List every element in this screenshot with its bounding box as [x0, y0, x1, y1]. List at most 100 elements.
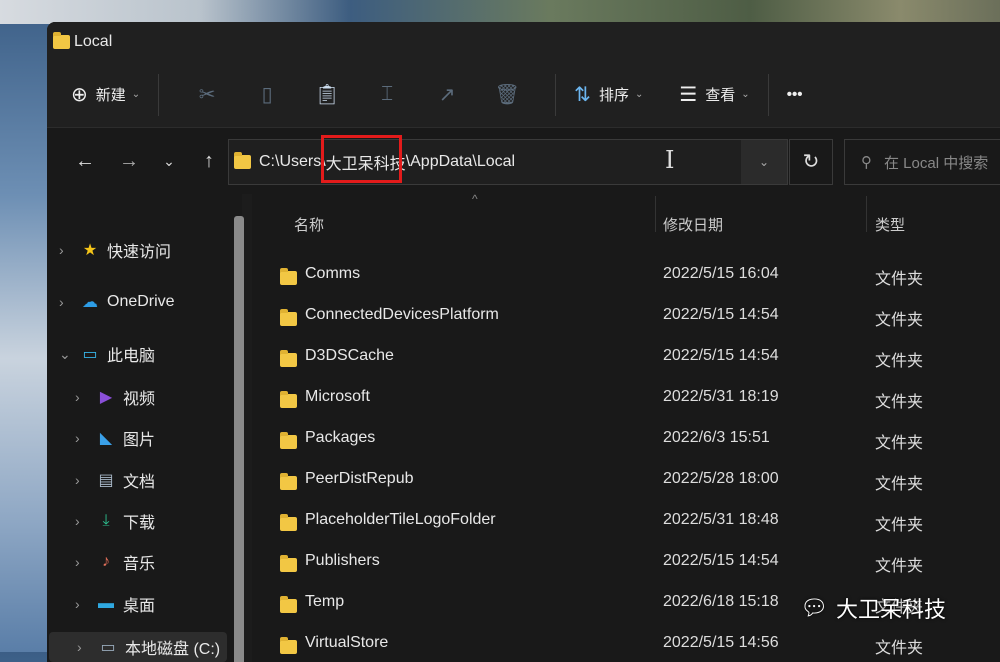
chevron-right-icon[interactable]: ›	[75, 430, 95, 446]
folder-icon	[53, 32, 70, 49]
sidebar-item-label: 视频	[123, 391, 156, 408]
column-divider[interactable]	[655, 196, 656, 232]
more-button[interactable]: •••	[787, 75, 803, 115]
chevron-down-icon: ⌄	[634, 89, 644, 100]
file-type: 文件夹	[875, 271, 924, 288]
computer-icon: ▭	[82, 346, 98, 363]
sidebar-scrollbar[interactable]	[234, 216, 244, 662]
file-row[interactable]: ConnectedDevicesPlatform 2022/5/15 14:54 文…	[252, 298, 1000, 336]
chevron-down-icon: ⌄	[741, 89, 750, 100]
sidebar-item[interactable]: › ◣ 图片	[47, 423, 227, 453]
up-button[interactable]: ↑	[187, 150, 231, 173]
refresh-button[interactable]: ↻	[789, 139, 833, 185]
view-button[interactable]: ☰ 查看 ⌄	[679, 75, 749, 115]
file-date: 2022/5/28 18:00	[663, 470, 779, 487]
file-row[interactable]: Publishers 2022/5/15 14:54 文件夹	[252, 544, 1000, 582]
rename-icon[interactable]: ⌶	[372, 83, 402, 106]
file-explorer-window: Local ⊕ 新建 ⌄ ✂ ▯ 📋︎ ⌶ ↗ 🗑︎ ⇅ 排序 ⌄ ☰ 查看 ⌄ ••• ←…	[47, 22, 1000, 662]
address-dropdown-button[interactable]: ⌄	[741, 140, 787, 184]
recent-locations-button[interactable]: ⌄	[151, 153, 187, 170]
search-placeholder: 在 Local 中搜索	[884, 154, 989, 172]
new-button[interactable]: ⊕ 新建 ⌄	[71, 75, 140, 115]
sidebar-item[interactable]: › ▭ 本地磁盘 (C:)	[49, 632, 227, 662]
chevron-right-icon[interactable]: ›	[75, 472, 95, 488]
file-type: 文件夹	[875, 353, 924, 370]
file-row[interactable]: VirtualStore 2022/5/15 14:56 文件夹	[252, 626, 1000, 662]
file-name: Publishers	[305, 552, 380, 569]
folder-icon	[280, 555, 297, 572]
sidebar-item[interactable]: › ♪ 音乐	[47, 547, 227, 577]
view-label: 查看	[705, 87, 736, 104]
share-icon[interactable]: ↗	[432, 82, 462, 107]
column-header-type[interactable]: 类型	[875, 214, 905, 235]
sidebar-item[interactable]: › ☁ OneDrive	[47, 287, 227, 317]
copy-icon[interactable]: ▯	[252, 82, 282, 107]
picture-icon: ◣	[99, 430, 113, 447]
chevron-right-icon[interactable]: ›	[77, 639, 97, 655]
folder-icon	[234, 152, 251, 169]
sidebar-item[interactable]: › ⤓ 下载	[47, 506, 227, 536]
folder-icon	[280, 514, 297, 531]
file-date: 2022/5/15 16:04	[663, 265, 779, 282]
title-bar: Local	[47, 22, 1000, 62]
highlight-box	[321, 135, 402, 183]
back-button[interactable]: ←	[63, 150, 107, 173]
chevron-down-icon[interactable]: ⌄	[59, 346, 79, 363]
plus-circle-icon: ⊕	[71, 84, 88, 106]
file-row[interactable]: PeerDistRepub 2022/5/28 18:00 文件夹	[252, 462, 1000, 500]
sidebar-item-label: 快速访问	[107, 244, 172, 261]
paste-icon[interactable]: 📋︎	[312, 82, 342, 107]
sort-icon: ⇅	[574, 84, 591, 106]
file-row[interactable]: Packages 2022/6/3 15:51 文件夹	[252, 421, 1000, 459]
sidebar-item[interactable]: › ▬ 桌面	[47, 589, 227, 619]
file-date: 2022/5/15 14:54	[663, 347, 779, 364]
sidebar-item-label: 文档	[123, 474, 156, 491]
file-type: 文件夹	[875, 435, 924, 452]
file-row[interactable]: PlaceholderTileLogoFolder 2022/5/31 18:48…	[252, 503, 1000, 541]
sort-button[interactable]: ⇅ 排序 ⌄	[574, 75, 643, 115]
sidebar-item[interactable]: › ★ 快速访问	[47, 235, 227, 265]
music-icon: ♪	[102, 553, 110, 570]
file-type: 文件夹	[875, 558, 924, 575]
forward-button[interactable]: →	[107, 150, 151, 173]
chevron-right-icon[interactable]: ›	[75, 596, 95, 612]
folder-icon	[280, 473, 297, 490]
sidebar-item[interactable]: › ▤ 文档	[47, 465, 227, 495]
file-name: Temp	[305, 593, 345, 610]
folder-icon	[280, 350, 297, 367]
column-header-name[interactable]: 名称	[294, 214, 324, 235]
folder-icon	[280, 268, 297, 285]
file-row[interactable]: Microsoft 2022/5/31 18:19 文件夹	[252, 380, 1000, 418]
search-input[interactable]: ⚲ 在 Local 中搜索	[844, 139, 1000, 185]
delete-icon[interactable]: 🗑︎	[492, 82, 522, 107]
divider	[555, 73, 557, 116]
file-name: Packages	[305, 429, 376, 446]
column-header-date[interactable]: 修改日期	[663, 214, 723, 235]
chevron-right-icon[interactable]: ›	[75, 554, 95, 570]
divider	[158, 73, 160, 116]
drive-icon: ▭	[100, 639, 116, 656]
sidebar-item-label: 桌面	[123, 598, 156, 615]
chevron-right-icon[interactable]: ›	[59, 294, 79, 310]
sidebar-item[interactable]: ⌄ ▭ 此电脑	[47, 339, 227, 369]
folder-icon	[280, 596, 297, 613]
list-icon: ☰	[679, 84, 698, 106]
column-divider[interactable]	[866, 196, 867, 232]
sidebar-item[interactable]: › ▶ 视频	[47, 382, 227, 412]
folder-icon	[280, 432, 297, 449]
file-name: VirtualStore	[305, 634, 389, 651]
file-row[interactable]: D3DSCache 2022/5/15 14:54 文件夹	[252, 339, 1000, 377]
cut-icon[interactable]: ✂	[192, 82, 222, 107]
sidebar-item-label: 此电脑	[107, 348, 156, 365]
text-cursor-icon: I	[665, 146, 675, 174]
chevron-right-icon[interactable]: ›	[75, 513, 95, 529]
address-bar[interactable]: C:\Users\ 大卫呆科技 \AppData\Local	[228, 139, 788, 185]
wechat-icon: 💬︎	[800, 595, 828, 620]
file-type: 文件夹	[875, 517, 924, 534]
chevron-right-icon[interactable]: ›	[75, 389, 95, 405]
file-row[interactable]: Comms 2022/5/15 16:04 文件夹	[252, 257, 1000, 295]
file-name: Comms	[305, 265, 361, 282]
chevron-right-icon[interactable]: ›	[59, 242, 79, 258]
file-date: 2022/6/3 15:51	[663, 429, 770, 446]
search-icon: ⚲	[861, 154, 872, 171]
